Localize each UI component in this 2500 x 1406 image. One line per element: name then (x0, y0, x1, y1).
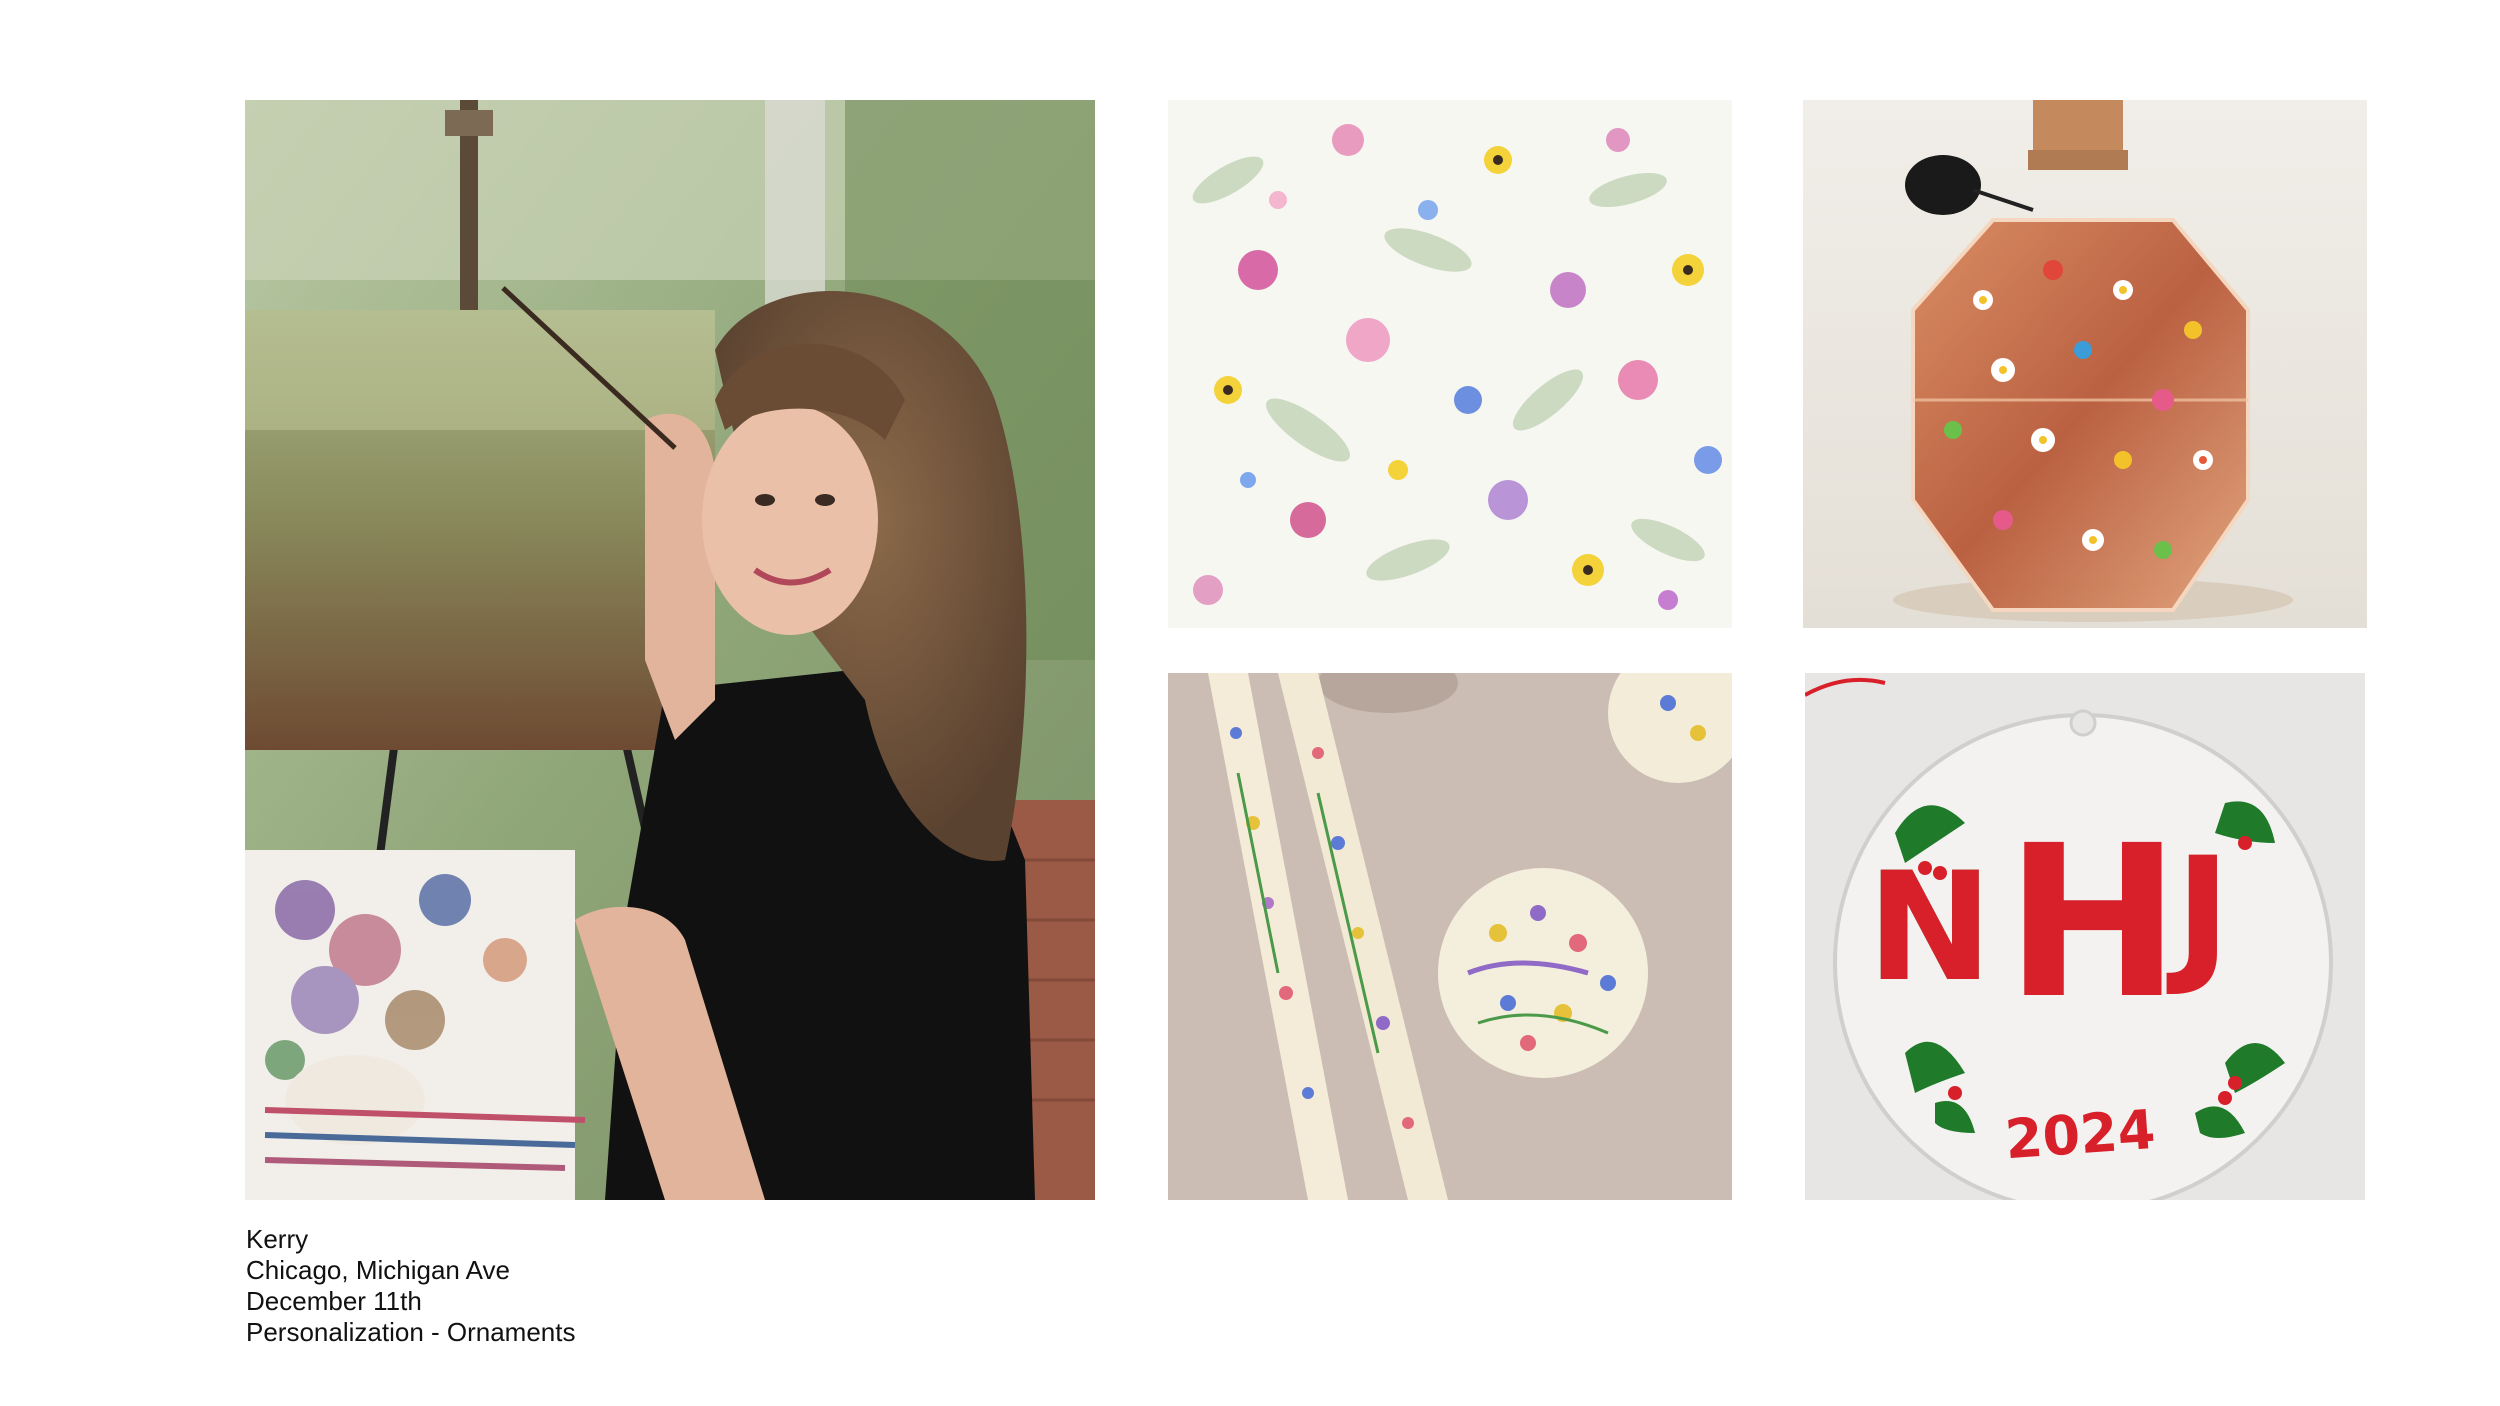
event-caption: Kerry Chicago, Michigan Ave December 11t… (246, 1224, 575, 1348)
painted-perfume-bottle-image (1803, 100, 2367, 628)
caption-service: Personalization - Ornaments (246, 1317, 576, 1347)
ornament-monogram-left: N (1867, 841, 1993, 1015)
ornament-monogram-right: J (2175, 826, 2231, 1000)
caption-location: Chicago, Michigan Ave (246, 1255, 511, 1285)
ornament-year: 2024 (2002, 1097, 2158, 1172)
ornament-monogram-center: H (2005, 800, 2181, 1045)
floral-pattern-image (1168, 100, 1732, 628)
caption-date: December 11th (246, 1286, 422, 1316)
painted-candles-image (1168, 673, 1732, 1200)
monogram-ornament-image: N H J 2024 (1805, 673, 2365, 1200)
caption-artist-name: Kerry (246, 1224, 309, 1254)
artist-portrait-photo (245, 100, 1095, 1200)
